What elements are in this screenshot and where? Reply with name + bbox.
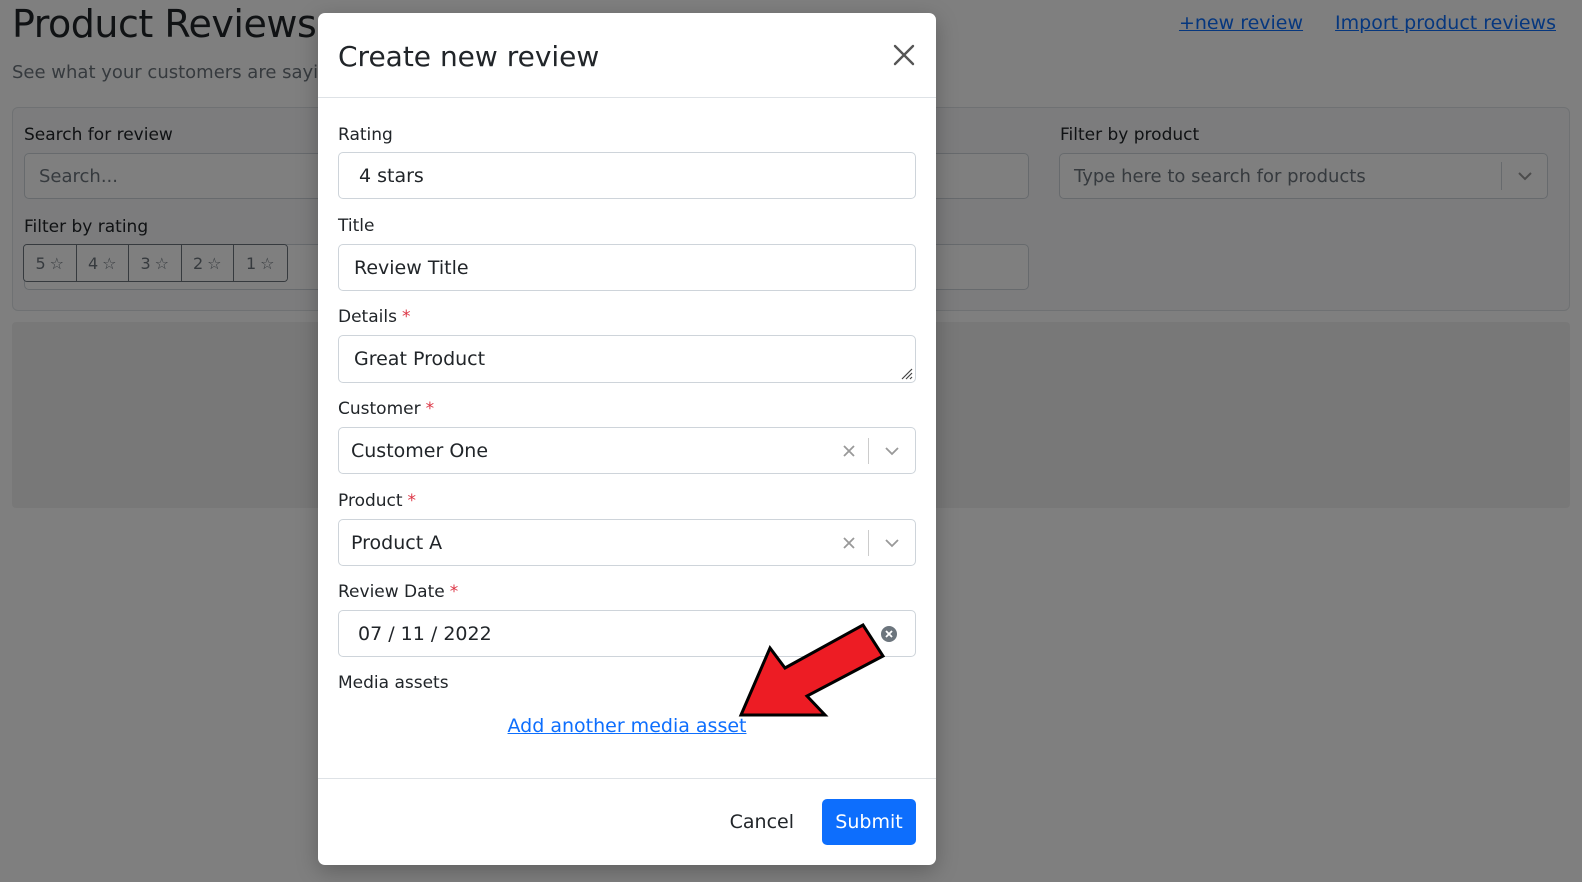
product-value: Product A: [351, 532, 443, 554]
clear-icon[interactable]: [830, 536, 868, 550]
required-marker: *: [401, 307, 411, 327]
product-label: Product *: [338, 491, 417, 511]
clear-icon[interactable]: [830, 444, 868, 458]
modal-footer: Cancel Submit: [318, 778, 936, 865]
close-icon: [893, 44, 915, 66]
customer-label: Customer *: [338, 399, 435, 419]
close-button[interactable]: [890, 41, 918, 69]
chevron-down-icon[interactable]: [869, 538, 915, 548]
rating-label: Rating: [338, 125, 393, 145]
required-marker: *: [425, 399, 435, 419]
media-assets-label: Media assets: [338, 673, 449, 693]
page: Product Reviews See what your customers …: [0, 0, 1582, 882]
modal-title: Create new review: [338, 40, 600, 73]
chevron-down-icon[interactable]: [869, 446, 915, 456]
resize-grip-icon[interactable]: [899, 366, 913, 380]
details-label: Details *: [338, 307, 411, 327]
details-value: Great Product: [354, 348, 486, 370]
details-textarea[interactable]: Great Product: [338, 335, 916, 383]
title-input[interactable]: Review Title: [338, 244, 916, 291]
title-label: Title: [338, 216, 375, 236]
rating-select[interactable]: 4 stars: [338, 152, 916, 199]
review-date-value: 07 / 11 / 2022: [358, 623, 492, 645]
create-review-modal: Create new review Rating 4 stars Title R…: [318, 13, 936, 865]
required-marker: *: [407, 491, 417, 511]
add-media-asset-link[interactable]: Add another media asset: [508, 715, 747, 737]
customer-select[interactable]: Customer One: [338, 427, 916, 474]
review-date-label: Review Date *: [338, 582, 459, 602]
customer-value: Customer One: [351, 440, 489, 462]
product-select-controls: [830, 529, 915, 557]
required-marker: *: [449, 582, 459, 602]
product-select[interactable]: Product A: [338, 519, 916, 566]
annotation-arrow-icon: [738, 623, 886, 717]
modal-header: Create new review: [318, 13, 936, 98]
cancel-button[interactable]: Cancel: [728, 799, 796, 845]
submit-button[interactable]: Submit: [822, 799, 916, 845]
customer-select-controls: [830, 437, 915, 465]
